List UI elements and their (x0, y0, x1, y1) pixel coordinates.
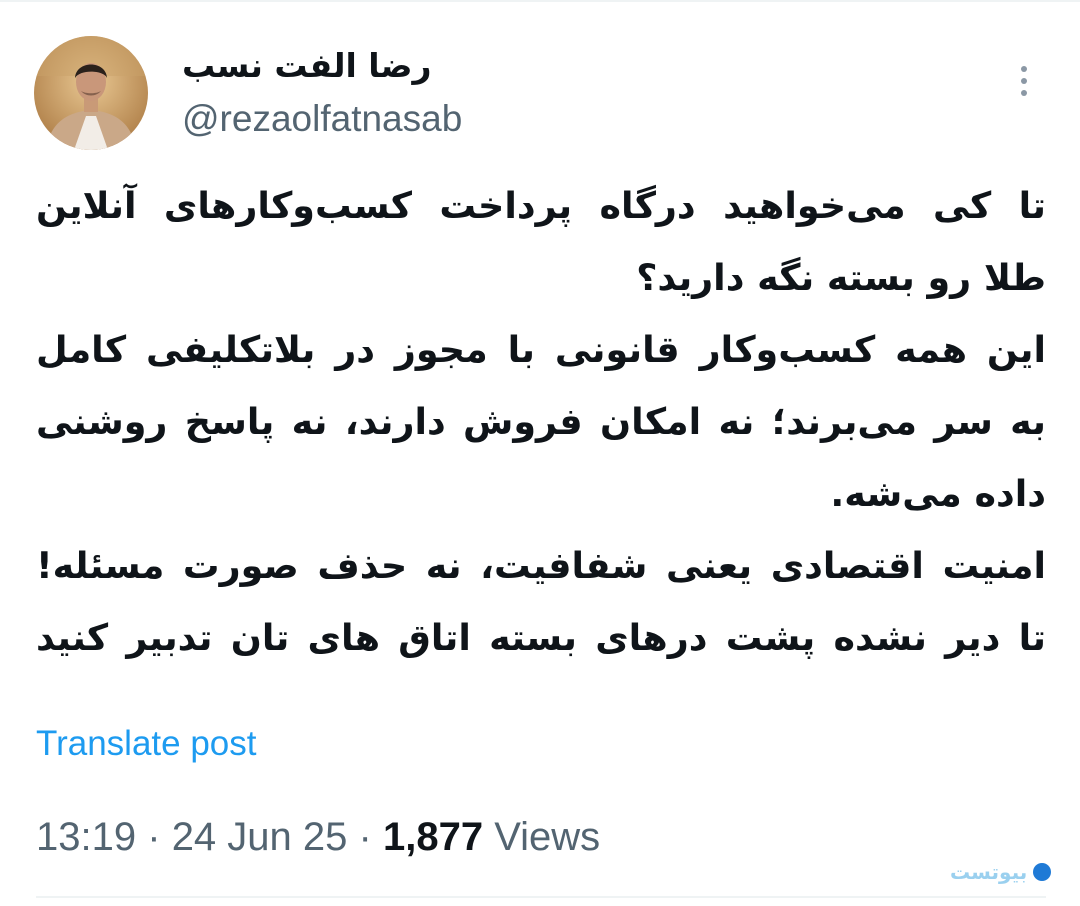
watermark: بیوتست (950, 860, 1052, 884)
top-divider (0, 0, 1080, 2)
watermark-logo-icon (1033, 863, 1052, 881)
tweet-text: تا کی می‌خواهید درگاه پرداخت کسب‌وکارهای… (36, 170, 1046, 674)
more-vertical-icon[interactable] (1005, 58, 1043, 104)
tweet-line: این همه کسب‌وکار قانونی با مجوز در بلاتک… (36, 328, 1046, 371)
more-dot (1021, 90, 1027, 96)
watermark-text: بیوتست (950, 860, 1028, 884)
translate-post-link[interactable]: Translate post (36, 722, 256, 766)
tweet-line: تا دیر نشده پشت درهای بسته اتاق های تان … (36, 616, 1046, 659)
more-dot (1021, 66, 1027, 72)
tweet-line: به سر می‌برند؛ نه امکان فروش دارند، نه پ… (36, 400, 1046, 443)
bottom-divider (36, 896, 1046, 898)
more-dot (1021, 78, 1027, 84)
tweet-time[interactable]: 13:19 (36, 815, 136, 859)
meta-separator: · (147, 815, 161, 859)
tweet-line: امنیت اقتصادی یعنی شفافیت، نه حذف صورت م… (36, 544, 1046, 587)
meta-separator: · (358, 815, 372, 859)
avatar-photo-icon (34, 36, 148, 150)
tweet-meta: 13:19 · 24 Jun 25 · 1,877 Views (36, 812, 600, 862)
tweet-line: طلا رو بسته نگه دارید؟ (636, 256, 1046, 299)
tweet-line: تا کی می‌خواهید درگاه پرداخت کسب‌وکارهای… (36, 184, 1046, 227)
views-count[interactable]: 1,877 (383, 815, 483, 859)
avatar[interactable] (34, 36, 148, 150)
user-handle[interactable]: @rezaolfatnasab (182, 96, 462, 142)
display-name[interactable]: رضا الفت نسب (182, 44, 432, 88)
tweet-line: داده می‌شه. (830, 472, 1046, 515)
tweet-date[interactable]: 24 Jun 25 (172, 815, 348, 859)
views-label: Views (494, 815, 601, 859)
